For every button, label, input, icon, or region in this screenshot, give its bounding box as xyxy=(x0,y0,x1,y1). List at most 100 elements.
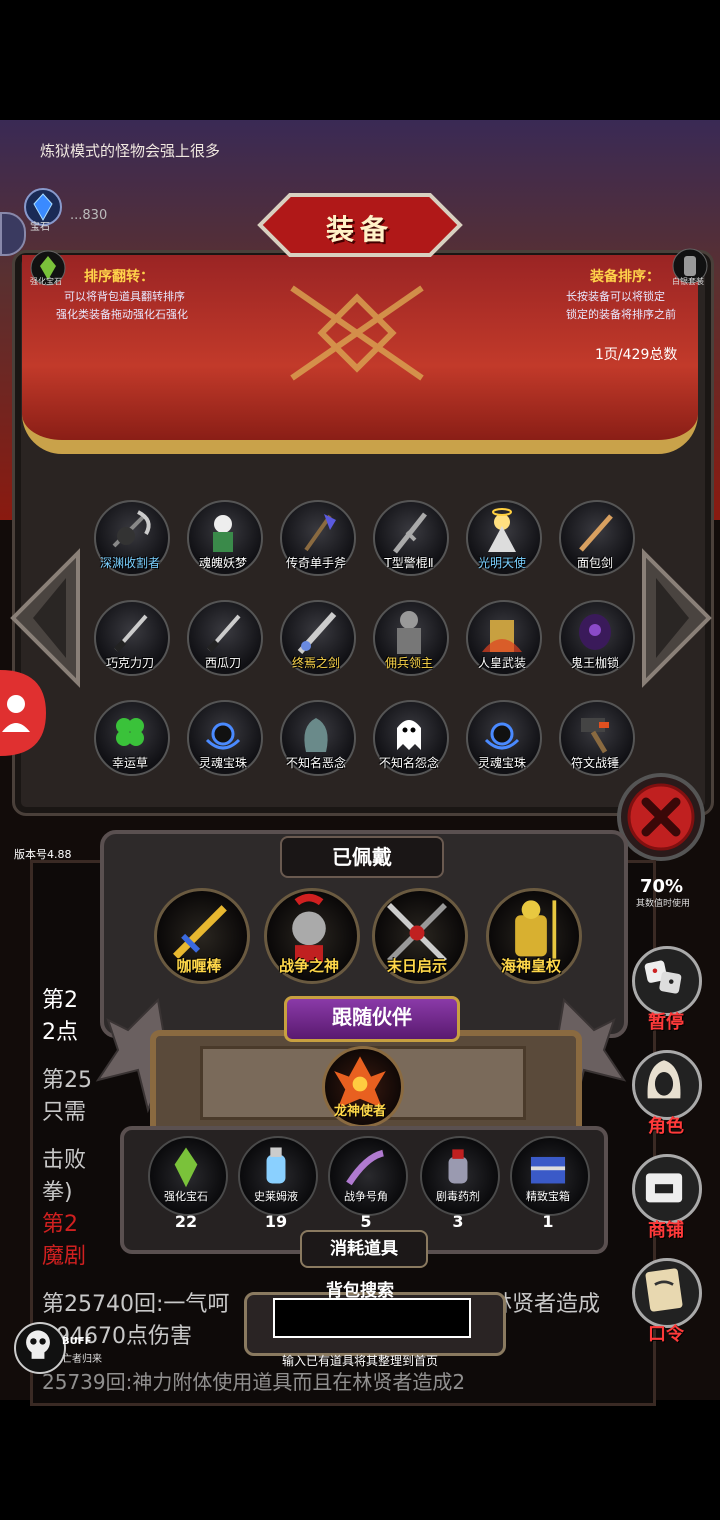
page-count: 1页/429总数 xyxy=(595,347,678,363)
buff-skull-icon[interactable] xyxy=(14,1322,66,1374)
buff-label: BUFF xyxy=(62,1336,92,1347)
consumable-count: 19 xyxy=(264,1212,288,1231)
item-label: T型警棍Ⅱ xyxy=(384,556,434,570)
shop-icon[interactable] xyxy=(632,1154,702,1224)
consumable-count: 22 xyxy=(174,1212,198,1231)
command-scroll-icon[interactable] xyxy=(632,1258,702,1328)
equipment-item[interactable]: 符文战锤 xyxy=(555,698,635,778)
equipment-item[interactable]: 传奇单手斧 xyxy=(276,498,356,578)
chain-icon xyxy=(579,614,611,650)
command-button[interactable]: 口令 xyxy=(638,1320,694,1346)
equipment-item[interactable]: 终焉之剑 xyxy=(276,598,356,678)
avatar-icon[interactable] xyxy=(0,670,46,756)
item-label: 佣兵领主 xyxy=(384,656,433,670)
equipment-item[interactable]: 佣兵领主 xyxy=(369,598,449,678)
equipment-item[interactable]: 西瓜刀 xyxy=(183,598,263,678)
equipment-item[interactable]: T型警棍Ⅱ xyxy=(369,498,449,578)
baton-icon xyxy=(393,512,427,554)
equipment-item[interactable]: 不知名恶念 xyxy=(276,698,356,778)
hammer-icon xyxy=(581,718,609,754)
consumable-label: 强化宝石 xyxy=(164,1190,208,1203)
knife-icon xyxy=(206,614,241,653)
bag-search-input[interactable] xyxy=(273,1298,471,1338)
consumable-slot[interactable] xyxy=(420,1136,500,1216)
angel-icon xyxy=(488,508,516,552)
close-icon[interactable] xyxy=(616,772,706,862)
equipment-item[interactable]: 幸运草 xyxy=(90,698,170,778)
clover-icon xyxy=(116,718,144,746)
companion-name: 龙神使者 xyxy=(333,1104,386,1119)
item-label: 灵魂宝珠 xyxy=(198,756,247,770)
auto-use-threshold-label: 其数值时使用 xyxy=(636,899,691,909)
consumable-label: 战争号角 xyxy=(344,1190,388,1203)
soul-orb-icon xyxy=(205,722,241,750)
equipment-item[interactable]: 巧克力刀 xyxy=(90,598,170,678)
equipment-item[interactable]: 魂魄妖梦 xyxy=(183,498,263,578)
consumable-slot[interactable] xyxy=(238,1136,318,1216)
consumable-label: 精致宝箱 xyxy=(526,1190,570,1203)
role-button[interactable]: 角色 xyxy=(638,1112,694,1138)
equipment-item[interactable]: 灵魂宝珠 xyxy=(462,698,542,778)
mode-notice: 炼狱模式的怪物会强上很多 xyxy=(40,142,221,160)
axe-icon xyxy=(304,514,336,552)
equipment-item[interactable]: 人皇武装 xyxy=(462,598,542,678)
consumable-slot[interactable] xyxy=(328,1136,408,1216)
item-label: 不知名恶念 xyxy=(285,756,346,770)
log-line: 25739回:神力附体使用道具而且在林贤者造成2 xyxy=(42,1370,466,1394)
pause-dice-icon[interactable] xyxy=(632,946,702,1016)
pause-button[interactable]: 暂停 xyxy=(638,1008,694,1034)
sort-flip-title[interactable]: 排序翻转： xyxy=(84,266,154,286)
status-bar-area xyxy=(0,0,720,120)
item-label: 幸运草 xyxy=(111,756,148,770)
silver-set-label: 白银套装 xyxy=(672,277,704,286)
knight-icon xyxy=(397,611,421,654)
log-line: 第25 xyxy=(42,1068,92,1093)
item-label: 面包剑 xyxy=(576,556,613,570)
log-line: 击败 xyxy=(42,1148,87,1173)
buff-name: 亡者归来 xyxy=(62,1354,102,1365)
log-line: 2点 xyxy=(42,1020,78,1045)
equipment-item[interactable]: 不知名怨念 xyxy=(369,698,449,778)
consumable-label: 史莱姆液 xyxy=(254,1190,298,1203)
log-line: 第2 xyxy=(42,988,78,1013)
search-hint: 输入已有道具将其整理到首页 xyxy=(281,1354,438,1368)
sort-flip-desc-1: 可以将背包道具翻转排序 xyxy=(64,290,185,303)
item-label: 光明天使 xyxy=(477,556,526,570)
equipped-label-4: 海神皇权 xyxy=(500,957,561,975)
item-label: 不知名怨念 xyxy=(378,756,439,770)
auto-use-threshold: 70% xyxy=(640,876,684,897)
reaper-icon xyxy=(112,510,151,548)
equipped-label-1: 咖喱棒 xyxy=(176,957,222,975)
item-label: 鬼王枷锁 xyxy=(570,656,619,670)
consumable-slot[interactable] xyxy=(148,1136,228,1216)
crossed-swords-emblem-icon xyxy=(290,285,424,381)
equipped-title: 已佩戴 xyxy=(280,836,444,878)
equipment-item[interactable]: 深渊收割者 xyxy=(90,498,170,578)
sword-icon xyxy=(297,611,337,655)
equip-sort-title[interactable]: 装备排序： xyxy=(590,266,660,286)
specter-icon xyxy=(304,718,328,752)
equipment-item[interactable]: 鬼王枷锁 xyxy=(555,598,635,678)
item-label: 传奇单手斧 xyxy=(285,556,346,570)
soul-orb-icon xyxy=(484,722,520,750)
item-label: 灵魂宝珠 xyxy=(477,756,526,770)
log-line: 林贤者造成 xyxy=(490,1292,601,1317)
item-label: 符文战锤 xyxy=(570,756,619,770)
equipment-grid: 深渊收割者 魂魄妖梦 传奇单手斧 T型警棍Ⅱ 光明天使 面包剑巧克力刀 西瓜刀 终焉之剑 佣兵领… xyxy=(90,498,650,788)
prev-page-arrow-icon[interactable] xyxy=(8,548,84,688)
role-hood-icon[interactable] xyxy=(632,1050,702,1120)
sort-flip-desc-2: 强化类装备拖动强化石强化 xyxy=(56,308,188,321)
knife-icon xyxy=(113,614,148,653)
equipped-label-2: 战争之神 xyxy=(278,957,339,975)
item-label: 西瓜刀 xyxy=(204,656,241,670)
equipment-item[interactable]: 光明天使 xyxy=(462,498,542,578)
equipment-item[interactable]: 面包剑 xyxy=(555,498,635,578)
equip-sort-desc-2: 锁定的装备将排序之前 xyxy=(566,308,676,321)
consumables-title: 消耗道具 xyxy=(300,1230,428,1268)
equip-sort-desc-1: 长按装备可以将锁定 xyxy=(566,290,665,303)
companion-title: 跟随伙伴 xyxy=(284,996,460,1042)
equipment-item[interactable]: 灵魂宝珠 xyxy=(183,698,263,778)
panel-title: 装备 xyxy=(325,213,394,246)
shop-button[interactable]: 商铺 xyxy=(638,1216,694,1242)
consumable-slot[interactable] xyxy=(510,1136,590,1216)
